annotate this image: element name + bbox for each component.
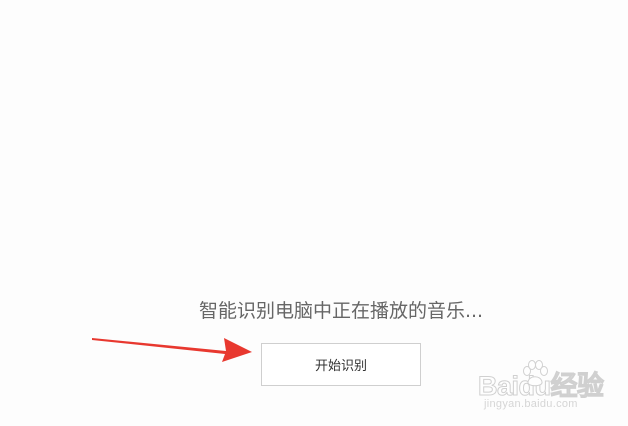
paw-icon — [523, 360, 548, 387]
watermark-url: jingyan.baidu.com — [484, 398, 578, 410]
start-recognition-button[interactable]: 开始识别 — [261, 343, 421, 386]
baidu-jingyan-watermark: Baidu经验 jingyan.baidu.com — [478, 358, 624, 416]
status-text: 智能识别电脑中正在播放的音乐... — [198, 300, 484, 322]
